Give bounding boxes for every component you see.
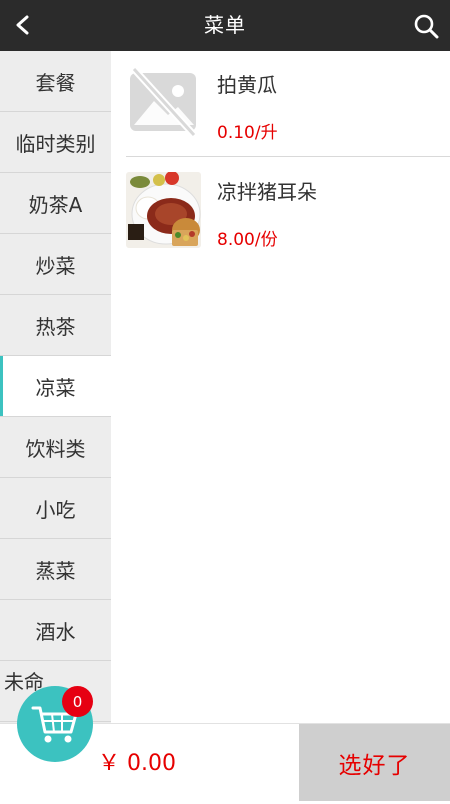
dish-price: 8.00/份 (217, 230, 278, 250)
category-item[interactable]: 小吃 (0, 478, 111, 539)
category-label: 酒水 (35, 619, 76, 644)
top-bar: 菜单 (0, 0, 450, 51)
image-placeholder-icon (126, 65, 201, 141)
page-title: 菜单 (204, 13, 246, 37)
cart-total: ￥ 0.00 (98, 751, 176, 776)
divider (126, 156, 450, 157)
category-label: 蒸菜 (35, 558, 76, 583)
confirm-button[interactable]: 选好了 (299, 724, 450, 801)
dish-price: 0.10/升 (217, 123, 278, 143)
menu-item[interactable]: 凉拌猪耳朵 8.00/份 (126, 158, 450, 264)
menu-item[interactable]: 拍黄瓜 0.10/升 (126, 51, 450, 157)
category-item-active[interactable]: 凉菜 (0, 356, 111, 417)
search-icon (414, 14, 439, 39)
category-item[interactable]: 酒水 (0, 600, 111, 661)
dish-name: 凉拌猪耳朵 (217, 180, 317, 204)
category-item[interactable]: 临时类别 (0, 112, 111, 173)
category-label: 炒菜 (35, 253, 76, 278)
category-item[interactable]: 蒸菜 (0, 539, 111, 600)
category-label: 临时类别 (15, 131, 96, 156)
category-item[interactable]: 奶茶A (0, 173, 111, 234)
category-label: 凉菜 (35, 375, 76, 400)
search-button[interactable] (408, 8, 444, 44)
category-label: 热茶 (35, 314, 76, 339)
dish-name: 拍黄瓜 (217, 73, 277, 97)
category-item[interactable]: 炒菜 (0, 234, 111, 295)
cart-count-badge: 0 (62, 686, 93, 717)
category-sidebar: 套餐 临时类别 奶茶A 炒菜 热茶 凉菜 饮料类 小吃 蒸菜 酒水 未命 (0, 51, 111, 723)
dish-photo (126, 172, 201, 248)
category-label: 套餐 (35, 70, 76, 95)
category-label: 饮料类 (25, 436, 86, 461)
menu-list: 拍黄瓜 0.10/升 凉拌猪耳朵 8.00/份 (111, 51, 450, 723)
category-item[interactable]: 饮料类 (0, 417, 111, 478)
category-label: 小吃 (35, 497, 76, 522)
category-item[interactable]: 套餐 (0, 51, 111, 112)
category-item[interactable]: 热茶 (0, 295, 111, 356)
category-label: 奶茶A (28, 192, 83, 217)
